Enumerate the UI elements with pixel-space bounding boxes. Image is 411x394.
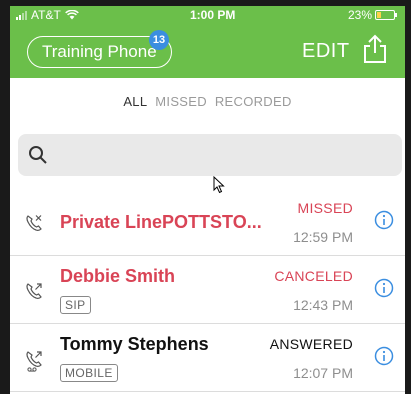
call-row[interactable]: Tommy Stephens MOBILE ANSWERED 12:07 PM <box>10 324 405 392</box>
call-time: 12:43 PM <box>293 297 353 313</box>
wifi-icon <box>64 10 79 20</box>
search-bar[interactable] <box>18 134 402 176</box>
contact-name: Debbie Smith <box>60 266 176 286</box>
notification-badge: 13 <box>149 30 169 50</box>
battery-indicator: 23% <box>347 8 397 22</box>
share-icon[interactable] <box>362 34 388 64</box>
battery-percent: 23% <box>347 8 372 22</box>
status-time: 1:00 PM <box>190 8 236 22</box>
contact-name: Private LinePOTTSTO... <box>60 212 262 232</box>
line-type-tag: SIP <box>60 296 91 314</box>
battery-icon <box>375 10 397 20</box>
tab-missed[interactable]: MISSED <box>155 94 207 109</box>
info-icon[interactable] <box>374 346 394 366</box>
line-type-tag: MOBILE <box>60 364 118 382</box>
search-icon <box>29 146 47 164</box>
edit-button[interactable]: EDIT <box>302 40 350 63</box>
phone-screen: AT&T 1:00 PM 23% Training Phone 13 EDIT … <box>10 6 405 394</box>
contact-name: Tommy Stephens <box>60 334 209 354</box>
search-input[interactable] <box>54 142 384 168</box>
info-icon[interactable] <box>374 278 394 298</box>
carrier-indicator: AT&T <box>16 8 79 22</box>
call-status: ANSWERED <box>269 336 353 352</box>
call-row[interactable]: Private LinePOTTSTO... MISSED 12:59 PM <box>10 188 405 256</box>
call-time: 12:59 PM <box>293 229 353 245</box>
info-icon[interactable] <box>374 210 394 230</box>
tab-all[interactable]: ALL <box>123 94 147 109</box>
voicemail-call-icon <box>26 351 42 372</box>
call-status: MISSED <box>297 200 353 216</box>
call-filter-tabs: ALL MISSED RECORDED <box>10 94 405 109</box>
tab-recorded[interactable]: RECORDED <box>215 94 292 109</box>
missed-call-icon <box>26 215 42 231</box>
call-status: CANCELED <box>274 268 353 284</box>
call-time: 12:07 PM <box>293 365 353 381</box>
carrier-name: AT&T <box>31 8 61 22</box>
call-row[interactable]: Debbie Smith SIP CANCELED 12:43 PM <box>10 256 405 324</box>
outgoing-call-icon <box>26 283 42 299</box>
app-header: AT&T 1:00 PM 23% Training Phone 13 EDIT <box>10 6 405 78</box>
status-bar: AT&T 1:00 PM 23% <box>10 6 405 26</box>
signal-icon <box>16 10 27 20</box>
